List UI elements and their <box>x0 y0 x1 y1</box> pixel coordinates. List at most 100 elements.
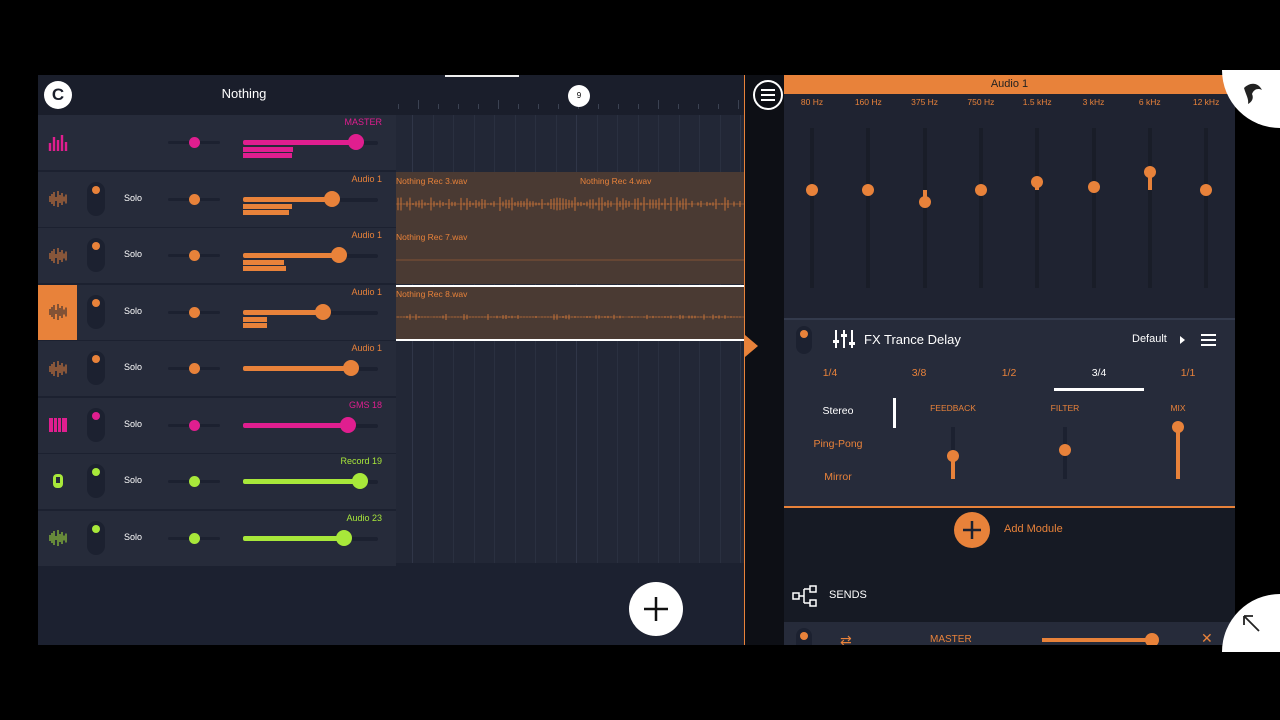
eq-band-knob[interactable] <box>1200 184 1213 196</box>
track-row[interactable]: Solo Audio 1 <box>38 284 396 341</box>
track-icon-button[interactable] <box>38 341 77 396</box>
eq-band-knob[interactable] <box>862 184 875 196</box>
track-name[interactable]: Audio 1 <box>351 287 382 297</box>
fl-logo-icon[interactable]: C <box>44 81 72 109</box>
track-arm-toggle[interactable] <box>87 407 105 442</box>
fx-param-knob[interactable] <box>947 449 959 462</box>
volume-knob[interactable] <box>314 303 331 320</box>
pan-knob[interactable] <box>189 532 200 544</box>
volume-knob[interactable] <box>348 134 365 150</box>
eq-band-knob[interactable] <box>806 184 818 196</box>
arrangement-area[interactable]: Nothing Rec 3.wav Nothing Rec 4.wav Nothin… <box>396 115 744 563</box>
solo-button[interactable]: Solo <box>124 532 142 542</box>
audio-clip[interactable]: Nothing Rec 7.wav <box>396 228 744 284</box>
fx-power-toggle[interactable] <box>796 326 812 354</box>
hamburger-menu-icon[interactable] <box>753 80 783 110</box>
pan-knob[interactable] <box>189 193 200 205</box>
delay-time-option[interactable]: 3/4 <box>1079 367 1119 379</box>
pan-knob[interactable] <box>189 476 200 487</box>
track-arm-toggle[interactable] <box>87 294 105 329</box>
track-name[interactable]: Audio 23 <box>346 513 382 523</box>
solo-button[interactable]: Solo <box>124 362 142 372</box>
solo-button[interactable]: Solo <box>124 306 142 316</box>
delay-mode-option[interactable]: Stereo <box>804 405 872 417</box>
preset-next-icon[interactable] <box>1180 336 1185 344</box>
add-module-label[interactable]: Add Module <box>1004 523 1063 535</box>
arm-dot <box>92 185 100 194</box>
track-name[interactable]: Audio 1 <box>351 343 382 353</box>
track-row[interactable]: Solo Record 19 <box>38 454 396 510</box>
pan-knob[interactable] <box>189 306 200 318</box>
track-icon-button[interactable] <box>38 115 77 170</box>
pan-knob[interactable] <box>189 250 200 261</box>
pan-knob[interactable] <box>189 137 200 148</box>
eq-band-knob[interactable] <box>1143 166 1156 179</box>
delay-mode-option[interactable]: Ping-Pong <box>804 438 872 450</box>
volume-knob[interactable] <box>336 529 353 546</box>
add-module-button[interactable] <box>954 512 990 548</box>
track-name[interactable]: Record 19 <box>340 456 382 466</box>
track-name[interactable]: Audio 1 <box>351 174 382 184</box>
volume-knob[interactable] <box>343 360 359 376</box>
track-icon-button[interactable] <box>38 511 77 566</box>
project-title[interactable]: Nothing <box>188 86 300 101</box>
piano-keys-icon <box>48 418 67 432</box>
track-row[interactable]: Solo GMS 18 <box>38 397 396 454</box>
track-row[interactable]: Solo Audio 1 <box>38 171 396 228</box>
track-name[interactable]: Audio 1 <box>351 230 382 240</box>
close-icon[interactable]: ✕ <box>1201 630 1213 645</box>
track-arm-toggle[interactable] <box>87 351 105 385</box>
track-icon-button[interactable] <box>38 398 77 453</box>
delay-mode-option[interactable]: Mirror <box>804 471 872 483</box>
audio-clip[interactable]: Nothing Rec 3.wav Nothing Rec 4.wav <box>396 171 744 228</box>
track-arm-toggle[interactable] <box>87 238 105 272</box>
track-row[interactable]: MASTER <box>38 115 396 171</box>
eq-band-knob[interactable] <box>974 184 987 196</box>
track-name[interactable]: GMS 18 <box>349 400 382 410</box>
track-icon-button[interactable] <box>38 172 77 227</box>
send-power-toggle[interactable] <box>796 628 812 645</box>
scroll-indicator[interactable] <box>445 75 519 77</box>
track-row[interactable]: Solo Audio 23 <box>38 510 396 567</box>
track-row[interactable]: Solo Audio 1 <box>38 228 396 284</box>
volume-knob[interactable] <box>324 190 341 207</box>
send-level-knob[interactable] <box>1145 633 1160 645</box>
track-arm-toggle[interactable] <box>87 181 105 216</box>
arm-dot <box>92 298 100 307</box>
fx-menu-icon[interactable] <box>1201 334 1216 346</box>
track-icon-button[interactable] <box>38 284 77 340</box>
track-name[interactable]: MASTER <box>344 117 382 127</box>
solo-button[interactable]: Solo <box>124 193 142 203</box>
panel-collapse-arrow-icon[interactable] <box>745 335 758 357</box>
fx-param-knob[interactable] <box>1059 444 1071 457</box>
app-window: C Nothing 9 MASTER Solo Audio 1 Solo Audio 1… <box>38 75 1235 645</box>
solo-button[interactable]: Solo <box>124 249 142 259</box>
eq-band-knob[interactable] <box>1031 176 1044 188</box>
solo-button[interactable]: Solo <box>124 475 142 485</box>
track-row[interactable]: Solo Audio 1 <box>38 341 396 397</box>
preset-selector[interactable]: Default <box>1132 333 1167 345</box>
delay-time-option[interactable]: 3/8 <box>899 367 939 379</box>
solo-button[interactable]: Solo <box>124 419 142 429</box>
timeline-header: C Nothing 9 <box>38 75 744 115</box>
audio-clip[interactable]: Nothing Rec 8.wav <box>396 284 744 341</box>
add-track-button[interactable] <box>629 582 683 636</box>
pan-knob[interactable] <box>189 363 200 374</box>
track-icon-button[interactable] <box>38 454 77 509</box>
track-arm-toggle[interactable] <box>87 520 105 555</box>
eq-band-knob[interactable] <box>918 196 931 208</box>
volume-knob[interactable] <box>340 416 357 433</box>
pan-knob[interactable] <box>189 419 200 431</box>
playhead-marker[interactable]: 9 <box>568 85 590 107</box>
arm-dot <box>92 355 100 363</box>
delay-time-option[interactable]: 1/1 <box>1168 367 1208 379</box>
track-icon-button[interactable] <box>38 228 77 283</box>
fx-param-knob[interactable] <box>1172 421 1184 433</box>
volume-knob[interactable] <box>330 247 347 263</box>
delay-time-option[interactable]: 1/2 <box>989 367 1029 379</box>
selection-line <box>396 339 744 341</box>
track-arm-toggle[interactable] <box>87 464 105 498</box>
volume-knob[interactable] <box>352 473 369 489</box>
eq-band-knob[interactable] <box>1087 180 1100 193</box>
delay-time-option[interactable]: 1/4 <box>810 367 850 379</box>
